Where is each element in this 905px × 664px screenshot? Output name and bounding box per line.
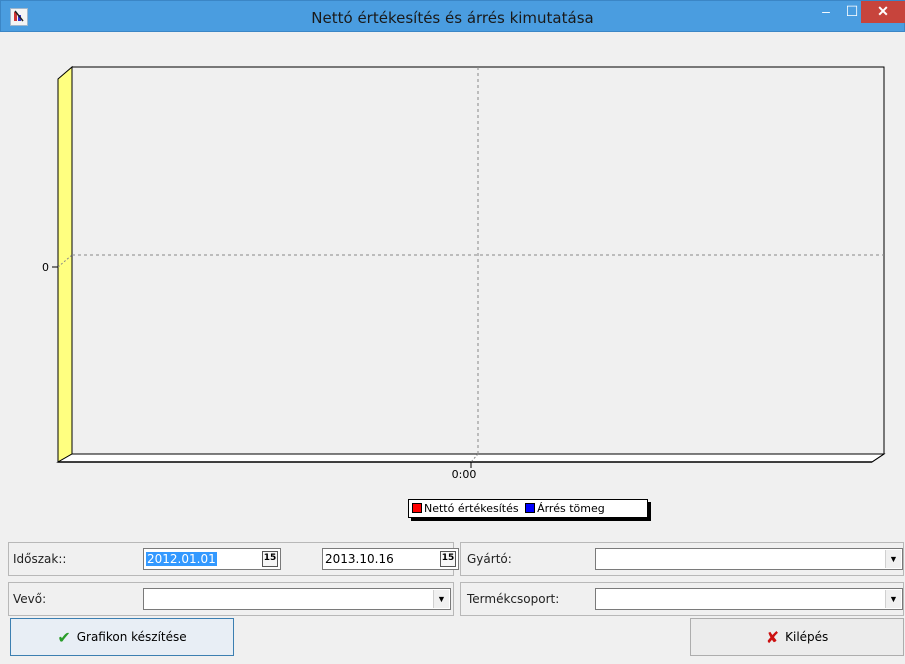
product-group-row: Termékcsoport: ▼ [460,582,904,616]
period-label: Időszak:: [13,552,67,566]
chart-floor [56,453,886,463]
window-title: Nettó értékesítés és árrés kimutatása [311,9,594,27]
manufacturer-row: Gyártó: ▼ [460,542,904,576]
customer-row: Vevő: ▼ [8,582,454,616]
product-group-label: Termékcsoport: [467,592,560,606]
chart-left-wall [57,65,73,463]
make-chart-button[interactable]: ✔ Grafikon készítése [10,618,234,656]
exit-button[interactable]: ✘ Kilépés [690,618,904,656]
y-tick-label: 0 [42,261,49,274]
legend-label-arres: Árrés tömeg [537,502,605,515]
period-row: Időszak:: 2012.01.01 15 2013.10.16 15 [8,542,459,576]
cross-icon: ✘ [765,627,780,647]
x-tick-label: 0:00 [452,468,477,481]
filter-panel: Időszak:: 2012.01.01 15 2013.10.16 15 Gy… [8,542,905,662]
date-to-field[interactable]: 2013.10.16 15 [322,548,459,570]
customer-label: Vevő: [13,592,47,606]
date-from-value: 2012.01.01 [146,552,217,566]
legend-swatch-blue [525,503,536,513]
legend-item-arres: Árrés tömeg [525,502,605,515]
chart-area: 0 0:00 Nettó értékesítés Árrés tömeg [8,32,898,542]
exit-label: Kilépés [785,630,829,644]
dropdown-arrow-icon[interactable]: ▼ [885,550,901,568]
make-chart-label: Grafikon készítése [76,630,187,644]
checkmark-icon: ✔ [57,627,71,647]
dropdown-arrow-icon[interactable]: ▼ [433,590,449,608]
manufacturer-label: Gyártó: [467,552,512,566]
date-from-field[interactable]: 2012.01.01 15 [143,548,281,570]
legend-item-netto: Nettó értékesítés [412,502,519,515]
chart-canvas: 0 0:00 [42,65,886,481]
minimize-button[interactable]: – [813,1,839,23]
close-button[interactable]: ✕ [861,1,905,23]
legend-label-netto: Nettó értékesítés [424,502,519,515]
customer-select[interactable]: ▼ [143,588,451,610]
date-to-value: 2013.10.16 [325,552,394,566]
chart-legend: Nettó értékesítés Árrés tömeg [408,499,648,518]
product-group-select[interactable]: ▼ [595,588,903,610]
legend-swatch-red [412,503,422,513]
calendar-icon[interactable]: 15 [440,551,456,567]
dropdown-arrow-icon[interactable]: ▼ [885,590,901,608]
title-bar: Nettó értékesítés és árrés kimutatása – … [0,0,905,32]
manufacturer-select[interactable]: ▼ [595,548,903,570]
calendar-icon[interactable]: 15 [262,551,278,567]
